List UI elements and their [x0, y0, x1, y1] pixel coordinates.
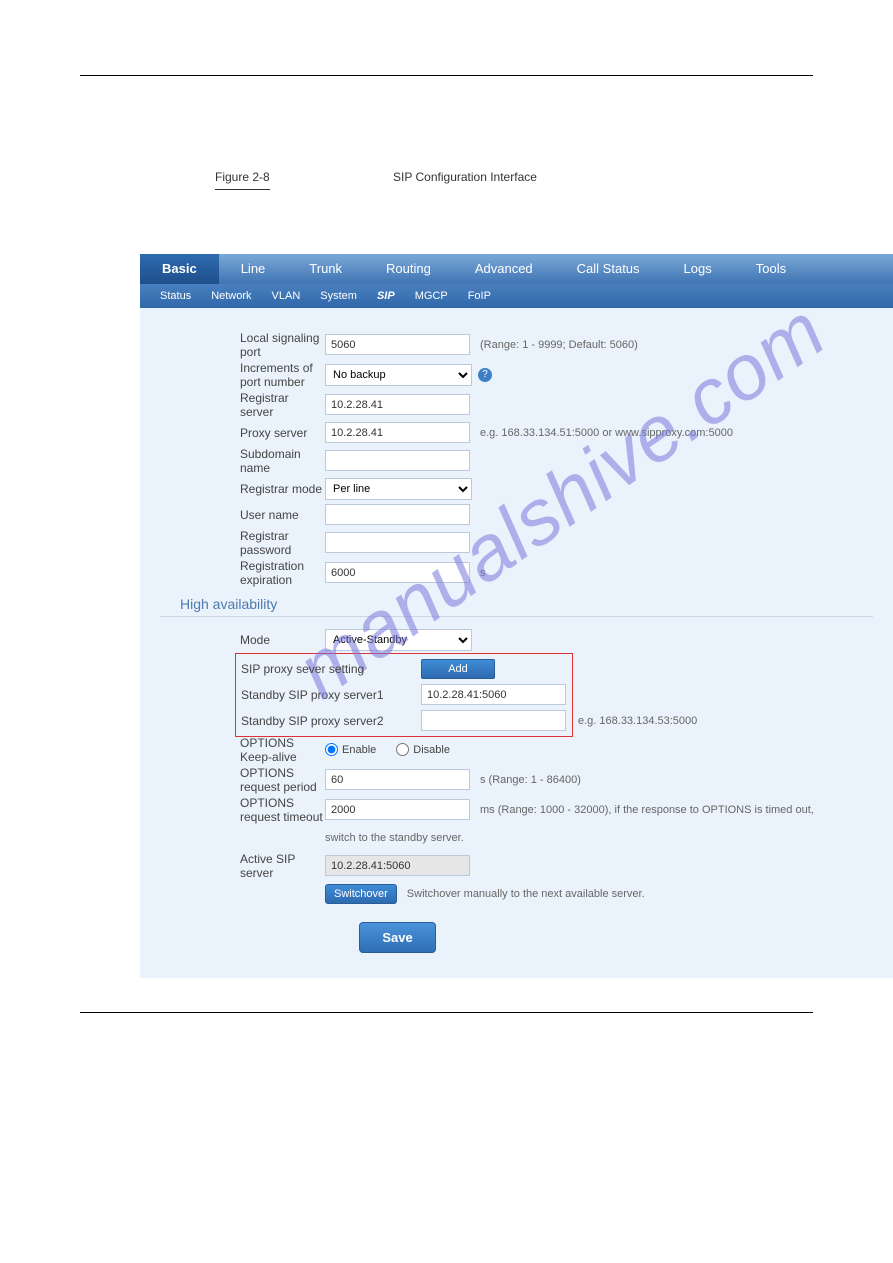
period-label: OPTIONS request period — [140, 766, 325, 794]
sub-vlan[interactable]: VLAN — [262, 290, 311, 302]
tab-advanced[interactable]: Advanced — [453, 254, 555, 284]
figure-label: Figure 2-8 — [215, 166, 270, 190]
highlight-box: SIP proxy sever setting Add Standby SIP … — [235, 653, 573, 737]
password-input[interactable] — [325, 532, 470, 553]
increments-label: Increments of port number — [140, 361, 325, 389]
tab-trunk[interactable]: Trunk — [287, 254, 364, 284]
figure-title: SIP Configuration Interface — [393, 170, 537, 184]
timeout-input[interactable] — [325, 799, 470, 820]
reg-exp-input[interactable] — [325, 562, 470, 583]
registrar-mode-select[interactable]: Per line — [325, 478, 472, 500]
sub-status[interactable]: Status — [150, 290, 201, 302]
proxy-server-label: Proxy server — [140, 426, 325, 440]
disable-radio[interactable]: Disable — [396, 743, 450, 756]
save-button[interactable]: Save — [359, 922, 435, 953]
ha-divider — [160, 616, 873, 617]
tab-logs[interactable]: Logs — [662, 254, 734, 284]
password-label: Registrar password — [140, 529, 325, 557]
bottom-rule — [80, 1012, 813, 1013]
local-port-hint: (Range: 1 - 9999; Default: 5060) — [480, 339, 638, 351]
standby2-hint: e.g. 168.33.134.53:5000 — [578, 715, 893, 727]
nav-secondary: Status Network VLAN System SIP MGCP FoIP — [140, 284, 893, 308]
subdomain-label: Subdomain name — [140, 447, 325, 475]
sub-mgcp[interactable]: MGCP — [405, 290, 458, 302]
sub-network[interactable]: Network — [201, 290, 261, 302]
tab-basic[interactable]: Basic — [140, 254, 219, 284]
timeout-hint2: switch to the standby server. — [325, 832, 464, 844]
tab-line[interactable]: Line — [219, 254, 288, 284]
username-input[interactable] — [325, 504, 470, 525]
proxy-server-input[interactable] — [325, 422, 470, 443]
local-port-input[interactable] — [325, 334, 470, 355]
sub-foip[interactable]: FoIP — [458, 290, 501, 302]
help-icon[interactable]: ? — [478, 368, 492, 382]
period-hint: s (Range: 1 - 86400) — [480, 774, 581, 786]
switchover-button[interactable]: Switchover — [325, 884, 397, 904]
disable-radio-input[interactable] — [396, 743, 409, 756]
sub-system[interactable]: System — [310, 290, 367, 302]
ha-mode-select[interactable]: Active-Standby — [325, 629, 472, 651]
ha-mode-label: Mode — [140, 633, 325, 647]
standby2-label: Standby SIP proxy server2 — [236, 714, 421, 728]
nav-primary: Basic Line Trunk Routing Advanced Call S… — [140, 254, 893, 284]
period-input[interactable] — [325, 769, 470, 790]
reg-exp-hint: s — [480, 567, 486, 579]
timeout-hint: ms (Range: 1000 - 32000), if the respons… — [480, 804, 814, 816]
timeout-label: OPTIONS request timeout — [140, 796, 325, 824]
sip-proxy-setting-label: SIP proxy sever setting — [236, 662, 421, 676]
registrar-mode-label: Registrar mode — [140, 482, 325, 496]
active-server-label: Active SIP server — [140, 852, 325, 880]
proxy-hint: e.g. 168.33.134.51:5000 or www.sipproxy.… — [480, 427, 733, 439]
form-panel: Local signaling port (Range: 1 - 9999; D… — [140, 308, 893, 978]
local-port-label: Local signaling port — [140, 331, 325, 359]
ha-section-title: High availability — [180, 596, 893, 612]
tab-tools[interactable]: Tools — [734, 254, 808, 284]
doc-text: Figure 2-8 SIP Configuration Interface — [215, 166, 813, 194]
increments-select[interactable]: No backup — [325, 364, 472, 386]
subdomain-input[interactable] — [325, 450, 470, 471]
tab-callstatus[interactable]: Call Status — [555, 254, 662, 284]
enable-radio[interactable]: Enable — [325, 743, 376, 756]
enable-radio-input[interactable] — [325, 743, 338, 756]
active-server-input — [325, 855, 470, 876]
standby2-input[interactable] — [421, 710, 566, 731]
switchover-hint: Switchover manually to the next availabl… — [407, 888, 645, 900]
registrar-server-label: Registrar server — [140, 391, 325, 419]
username-label: User name — [140, 508, 325, 522]
standby1-label: Standby SIP proxy server1 — [236, 688, 421, 702]
keepalive-label: OPTIONS Keep-alive — [140, 736, 325, 764]
top-rule — [80, 75, 813, 76]
sub-sip[interactable]: SIP — [367, 290, 405, 302]
add-button[interactable]: Add — [421, 659, 495, 679]
tab-routing[interactable]: Routing — [364, 254, 453, 284]
reg-exp-label: Registration expiration — [140, 559, 325, 587]
standby1-input[interactable] — [421, 684, 566, 705]
config-ui: Basic Line Trunk Routing Advanced Call S… — [0, 254, 893, 978]
registrar-server-input[interactable] — [325, 394, 470, 415]
